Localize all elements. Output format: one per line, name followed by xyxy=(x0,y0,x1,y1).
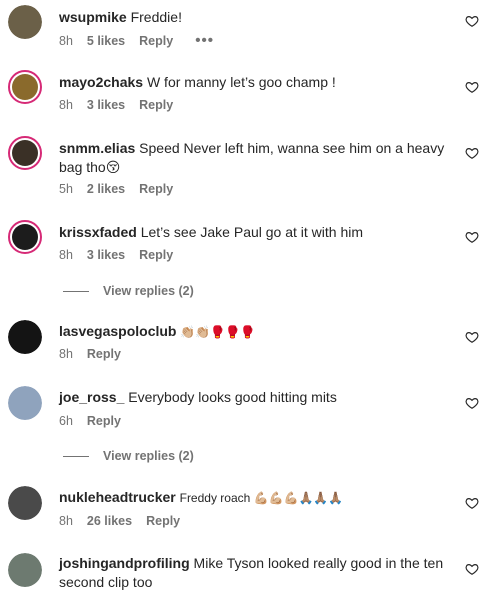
comment-username[interactable]: krissxfaded xyxy=(59,224,137,240)
comment-username[interactable]: snmm.elias xyxy=(59,140,135,156)
heart-icon[interactable] xyxy=(465,496,479,510)
comment-username[interactable]: nukleheadtrucker xyxy=(59,489,176,505)
avatar[interactable] xyxy=(8,386,42,420)
avatar[interactable] xyxy=(8,70,42,104)
more-options-icon[interactable]: ••• xyxy=(195,32,214,49)
view-replies-button[interactable]: View replies (2) xyxy=(63,284,194,298)
avatar[interactable] xyxy=(8,486,42,520)
reply-button[interactable]: Reply xyxy=(139,98,173,112)
heart-icon[interactable] xyxy=(465,80,479,94)
likes-count[interactable]: 5 likes xyxy=(87,34,125,48)
comment-time: 8h xyxy=(59,33,73,48)
comment-username[interactable]: mayo2chaks xyxy=(59,74,143,90)
reply-button[interactable]: Reply xyxy=(139,248,173,262)
comment-meta: 6h Reply xyxy=(59,414,135,428)
view-replies-button[interactable]: View replies (2) xyxy=(63,449,194,463)
avatar[interactable] xyxy=(8,136,42,170)
avatar[interactable] xyxy=(8,320,42,354)
comment-text: Freddy roach 💪🏼💪🏼💪🏼🙏🏽🙏🏽🙏🏽 xyxy=(179,491,344,505)
divider xyxy=(63,290,89,292)
avatar[interactable] xyxy=(8,220,42,254)
reply-button[interactable]: Reply xyxy=(146,514,180,528)
heart-icon[interactable] xyxy=(465,14,479,28)
comment-text: Let’s see Jake Paul go at it with him xyxy=(140,224,364,240)
comment-text: Freddie! xyxy=(130,9,182,25)
comment-time: 8h xyxy=(59,514,73,528)
comment-meta: 8h 3 likes Reply xyxy=(59,248,187,262)
heart-icon[interactable] xyxy=(465,562,479,576)
reply-button[interactable]: Reply xyxy=(139,34,173,48)
comment-text: 👏🏼👏🏼🥊🥊🥊 xyxy=(180,325,256,339)
heart-icon[interactable] xyxy=(465,146,479,160)
comment-time: 5h xyxy=(59,182,73,196)
likes-count[interactable]: 26 likes xyxy=(87,514,132,528)
comment-time: 8h xyxy=(59,248,73,262)
heart-icon[interactable] xyxy=(465,330,479,344)
comment-username[interactable]: joshingandprofiling xyxy=(59,555,190,571)
comment-meta: 8h 3 likes Reply xyxy=(59,98,187,112)
comment-text: Everybody looks good hitting mits xyxy=(128,389,337,405)
comment-meta: 5h 2 likes Reply xyxy=(59,182,187,196)
reply-button[interactable]: Reply xyxy=(139,182,173,196)
comment-text: W for manny let’s goo champ ! xyxy=(146,74,336,90)
comment-time: 8h xyxy=(59,98,73,112)
view-replies-label: View replies (2) xyxy=(103,449,194,463)
heart-icon[interactable] xyxy=(465,396,479,410)
divider xyxy=(63,455,89,457)
comment-username[interactable]: joe_ross_ xyxy=(59,389,124,405)
avatar[interactable] xyxy=(8,5,42,39)
comment-username[interactable]: wsupmike xyxy=(59,9,127,25)
reply-button[interactable]: Reply xyxy=(87,347,121,361)
view-replies-label: View replies (2) xyxy=(103,284,194,298)
comment-time: 8h xyxy=(59,347,73,361)
likes-count[interactable]: 2 likes xyxy=(87,182,125,196)
likes-count[interactable]: 3 likes xyxy=(87,98,125,112)
likes-count[interactable]: 3 likes xyxy=(87,248,125,262)
avatar[interactable] xyxy=(8,553,42,587)
reply-button[interactable]: Reply xyxy=(87,414,121,428)
heart-icon[interactable] xyxy=(465,230,479,244)
comment-meta: 8h 5 likes Reply ••• xyxy=(59,32,228,49)
comment-username[interactable]: lasvegaspoloclub xyxy=(59,323,176,339)
comment-time: 6h xyxy=(59,414,73,428)
comment-meta: 8h Reply xyxy=(59,347,135,361)
comment-meta: 8h 26 likes Reply xyxy=(59,514,194,528)
